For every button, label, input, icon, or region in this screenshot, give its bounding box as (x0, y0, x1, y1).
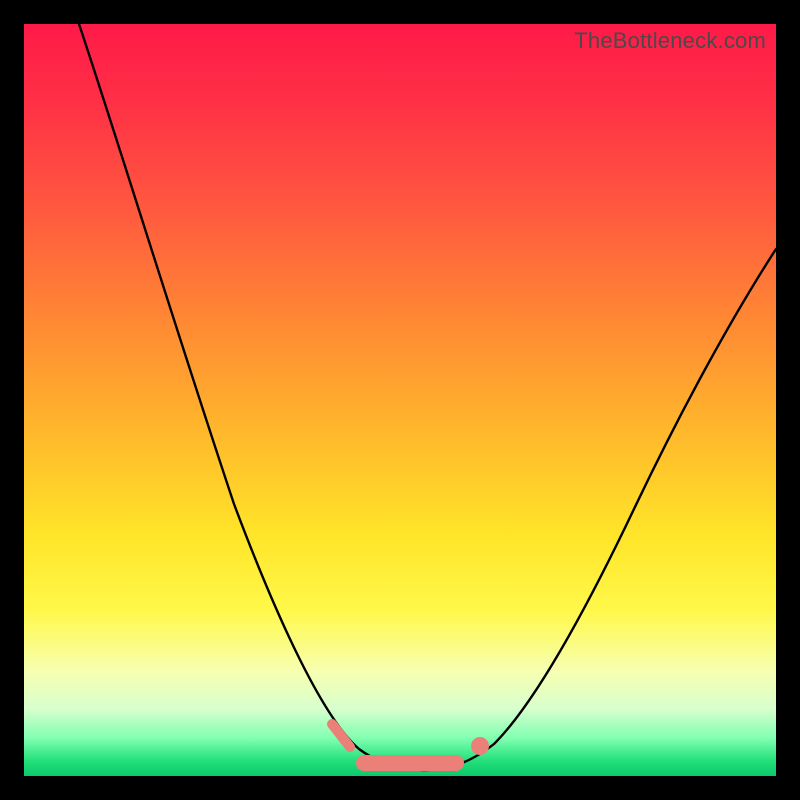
chart-frame: TheBottleneck.com (0, 0, 800, 800)
left-marker-segment (332, 724, 350, 747)
bottleneck-curve (79, 24, 776, 770)
curve-overlay (24, 24, 776, 776)
right-marker-dot (471, 737, 489, 755)
plot-area: TheBottleneck.com (24, 24, 776, 776)
